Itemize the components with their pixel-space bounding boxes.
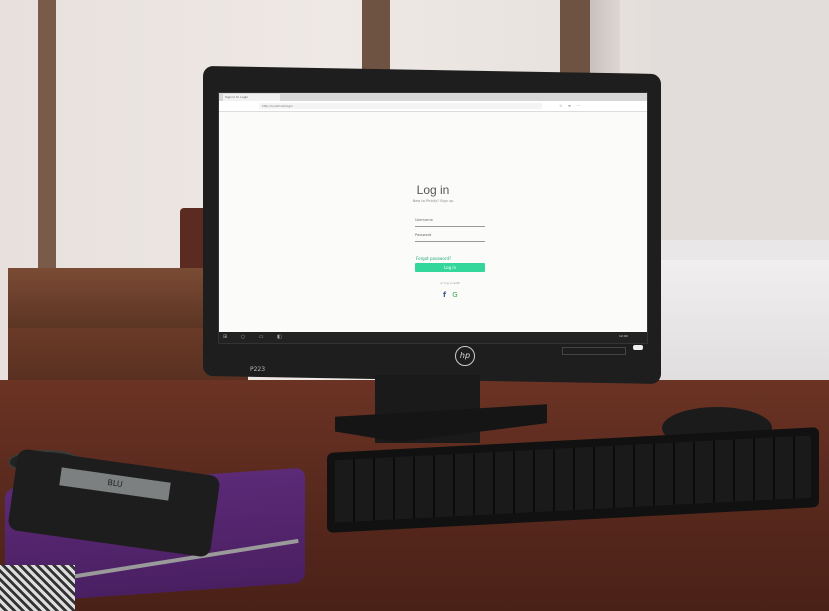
browser-menu-icons[interactable]: ☆ ≡ ⋯ bbox=[559, 103, 582, 108]
power-button[interactable] bbox=[633, 345, 643, 350]
monitor-model-label: P223 bbox=[250, 366, 266, 373]
browser-tab[interactable]: Sign in to Login bbox=[223, 94, 280, 101]
spiral-notebook bbox=[0, 565, 75, 611]
google-icon[interactable]: G bbox=[452, 291, 457, 299]
hp-logo: hp bbox=[455, 346, 475, 366]
taskbar-clock: 12:00 bbox=[619, 334, 628, 338]
back-desk-top bbox=[8, 268, 228, 328]
monitor-control-buttons[interactable] bbox=[562, 347, 626, 355]
forgot-password-link[interactable]: Forgot password? bbox=[416, 256, 451, 261]
taskbar-icons[interactable]: ⊞ ○ ▭ ◧ bbox=[223, 334, 288, 340]
window-frame-left bbox=[38, 0, 56, 270]
address-bar[interactable]: http://localhost/login bbox=[259, 103, 542, 109]
taskbar: ⊞ ○ ▭ ◧ 12:00 bbox=[219, 332, 647, 343]
facebook-icon[interactable]: f bbox=[443, 291, 446, 299]
printer-top bbox=[650, 240, 829, 260]
social-login-divider: or log in with bbox=[440, 281, 460, 285]
login-title: Log in bbox=[416, 183, 450, 197]
signup-prompt[interactable]: New to Pickify? Sign up bbox=[219, 199, 647, 203]
username-field[interactable]: Username bbox=[415, 218, 485, 227]
window-frame-right bbox=[560, 0, 590, 75]
keyboard-keys[interactable] bbox=[335, 435, 811, 523]
browser-tabbar: Sign in to Login bbox=[219, 93, 647, 101]
password-field[interactable]: Password bbox=[415, 233, 485, 242]
browser-toolbar: http://localhost/login ☆ ≡ ⋯ bbox=[219, 101, 647, 112]
social-login: f G bbox=[443, 291, 458, 299]
login-button[interactable]: Log in bbox=[415, 263, 485, 272]
monitor-screen: Sign in to Login http://localhost/login … bbox=[218, 92, 648, 344]
